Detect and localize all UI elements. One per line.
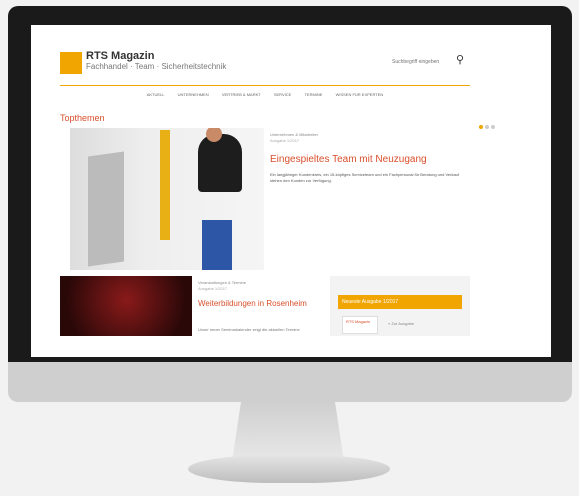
card-date: Ausgabe 1/2017 [198,286,228,291]
search-input[interactable] [390,56,450,68]
worker-legs [202,220,232,270]
nav-item[interactable]: SERVICE [274,92,292,97]
nav-item[interactable]: TERMINE [304,92,322,97]
hero-title[interactable]: Eingespieltes Team mit Neuzugang [270,154,427,165]
card-text: Unser neuer Seminarkalender zeigt die ak… [198,327,300,332]
hero-image[interactable] [70,128,264,270]
carousel-dots [477,116,495,134]
logo-icon[interactable] [60,52,82,74]
monitor-chin [8,362,572,402]
sidebar-banner[interactable]: Neueste Ausgabe 1/2017 [338,295,462,309]
carousel-dot[interactable] [479,125,483,129]
door-panel [88,151,124,267]
nav-item[interactable]: WISSEN FÜR EXPERTEN [336,92,384,97]
card-category[interactable]: Veranstaltungen & Termine [198,280,246,285]
header-divider [60,85,470,86]
worker [198,134,242,192]
sidebar-link[interactable]: » Zur Ausgabe [388,321,414,326]
site-header: RTS Magazin Fachhandel · Team · Sicherhe… [60,50,470,82]
hero-date: Ausgabe 1/2017 [270,138,300,143]
section-title: Topthemen [60,113,105,123]
lifting-device [160,130,170,240]
card-image[interactable] [60,276,192,336]
logo-title[interactable]: RTS Magazin [86,50,154,62]
carousel-dot[interactable] [491,125,495,129]
card-title[interactable]: Weiterbildungen in Rosenheim [198,299,318,309]
hero-category[interactable]: Unternehmen & Mitarbeiter [270,132,318,137]
carousel-dot[interactable] [485,125,489,129]
logo-subtitle: Fachhandel · Team · Sicherheitstechnik [86,62,227,71]
nav-item[interactable]: UNTERNEHMEN [178,92,209,97]
monitor-stand [232,402,344,462]
search-icon[interactable]: ⚲ [456,54,468,66]
magazine-thumbnail-label: RTS Magazin [346,319,371,324]
hero-text: Ein langjähriger Kundenkreis, ein 15-köp… [270,172,460,183]
nav-item[interactable]: VERTRIEB & MARKT [222,92,261,97]
monitor-base [188,455,390,483]
hero-panel [264,128,470,270]
nav-item[interactable]: AKTUELL [147,92,165,97]
main-navigation: AKTUELL UNTERNEHMEN VERTRIEB & MARKT SER… [60,92,470,97]
